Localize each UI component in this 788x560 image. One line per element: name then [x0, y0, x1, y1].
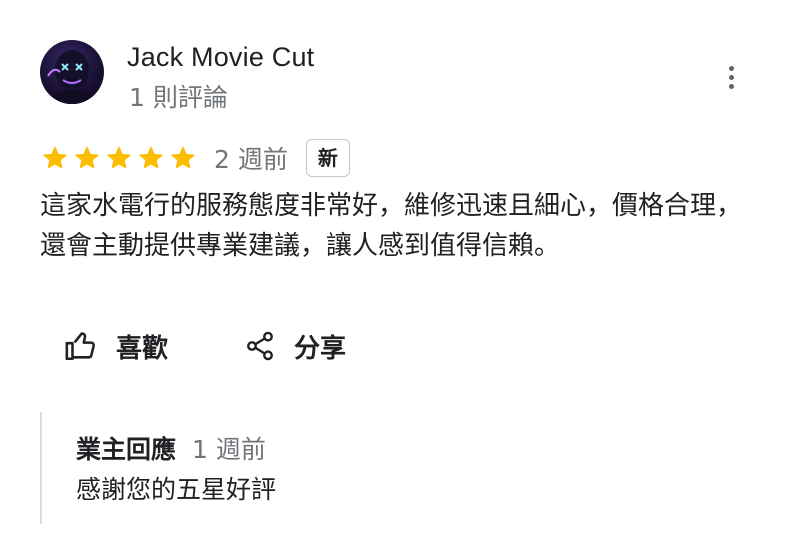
reviewer-review-count: 1 則評論	[129, 83, 228, 112]
owner-reply-time: 1 週前	[192, 435, 266, 464]
reviewer-name[interactable]: Jack Movie Cut	[127, 42, 314, 73]
purge-mask-avatar-icon	[47, 50, 96, 104]
star-icon	[170, 146, 196, 169]
owner-reply: 業主回應 1 週前 感謝您的五星好評	[40, 412, 722, 524]
more-vert-icon	[728, 65, 734, 71]
reviewer-avatar[interactable]	[40, 40, 104, 104]
owner-reply-text: 感謝您的五星好評	[76, 475, 277, 504]
share-button[interactable]: 分享	[244, 324, 346, 368]
new-badge: 新	[305, 139, 350, 177]
more-options-button[interactable]	[718, 62, 744, 92]
share-label: 分享	[294, 333, 347, 364]
share-icon	[247, 331, 273, 361]
star-rating	[40, 143, 198, 173]
like-button[interactable]: 喜歡	[64, 324, 168, 368]
owner-reply-header: 業主回應 1 週前	[76, 430, 266, 466]
rating-row: 2 週前 新	[40, 138, 350, 178]
review-time: 2 週前	[214, 145, 288, 174]
star-icon	[74, 146, 100, 169]
owner-reply-author: 業主回應	[76, 435, 177, 464]
thumbs-up-icon	[65, 332, 95, 361]
star-icon	[106, 146, 132, 169]
like-label: 喜歡	[116, 333, 169, 364]
star-icon	[138, 146, 164, 169]
star-icon	[42, 146, 68, 169]
review-text: 這家水電行的服務態度非常好，維修迅速且細心，價格合理，還會主動提供專業建議，讓人…	[40, 191, 743, 261]
